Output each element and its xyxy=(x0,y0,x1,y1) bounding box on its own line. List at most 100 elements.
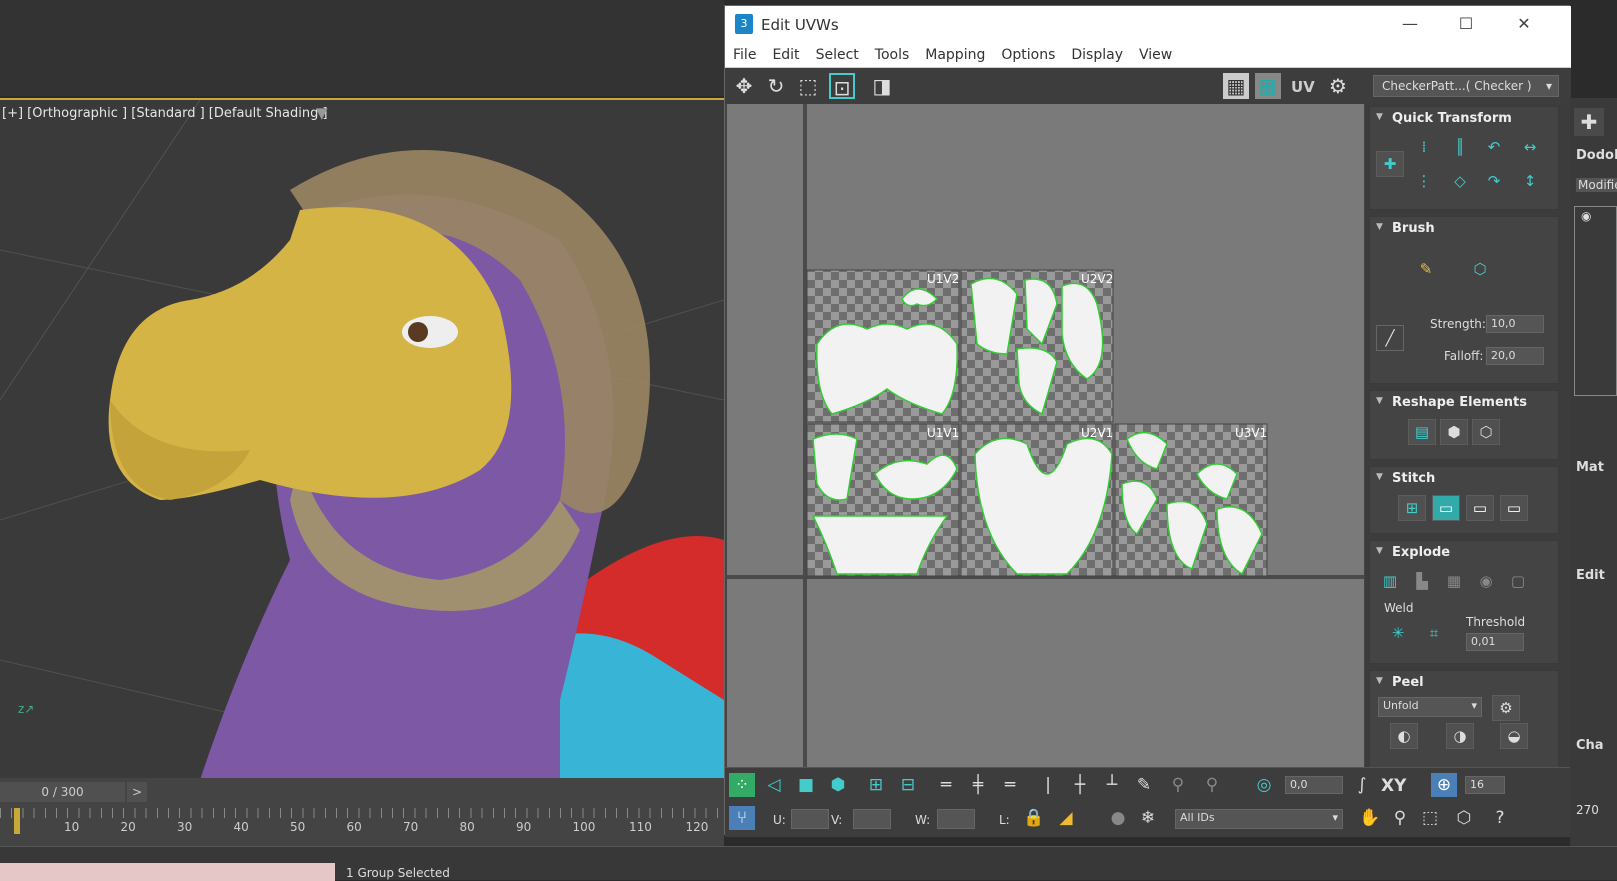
menu-options[interactable]: Options xyxy=(993,42,1063,68)
brush-grow-icon[interactable]: ⚲ xyxy=(1165,773,1191,797)
add-icon[interactable]: ✚ xyxy=(1376,151,1404,177)
viewport-label[interactable]: [+] [Orthographic ] [Standard ] [Default… xyxy=(2,106,328,121)
paint-select-icon[interactable]: ❘ xyxy=(1035,773,1061,797)
loop-grow-icon[interactable]: ╪ xyxy=(965,773,991,797)
pin-icon[interactable]: ┴ xyxy=(1099,773,1125,797)
xy-toggle[interactable]: XY xyxy=(1381,776,1406,796)
object-name[interactable]: DodoL xyxy=(1576,148,1617,163)
menu-select[interactable]: Select xyxy=(808,42,867,68)
falloff-spinner[interactable]: 20,0 xyxy=(1486,347,1544,365)
hide-icon[interactable]: ● xyxy=(1105,806,1131,830)
brush-icon[interactable]: ✎ xyxy=(1412,257,1440,283)
brush-select-icon[interactable]: ✎ xyxy=(1131,773,1157,797)
peel-reset-icon[interactable]: ◒ xyxy=(1500,723,1528,749)
stitch-target-icon[interactable]: ▭ xyxy=(1500,495,1528,521)
unfold-dropdown[interactable]: Unfold ▾ xyxy=(1378,697,1482,717)
settings-texture-icon[interactable]: ⚙ xyxy=(1325,73,1351,99)
face-select-icon[interactable]: ■ xyxy=(793,773,819,797)
strength-spinner[interactable]: 10,0 xyxy=(1486,315,1544,333)
cube-icon[interactable]: ⬡ xyxy=(1472,419,1500,445)
threshold-spinner[interactable]: 0,01 xyxy=(1466,633,1524,651)
eye-icon[interactable]: ◉ xyxy=(1581,209,1591,223)
mirror-icon[interactable]: ◨ xyxy=(869,73,895,99)
detach-icon[interactable]: ▢ xyxy=(1504,569,1532,595)
menu-file[interactable]: File xyxy=(725,42,764,68)
element-select-icon[interactable]: ⬢ xyxy=(825,773,851,797)
rotate-cw-icon[interactable]: ↷ xyxy=(1480,169,1508,195)
grid-icon[interactable]: ▦ xyxy=(1440,569,1468,595)
texture-toggle-icon[interactable]: ▦ xyxy=(1255,73,1281,99)
maxscript-listener[interactable] xyxy=(0,863,335,881)
falloff-curve-icon[interactable]: ╱ xyxy=(1376,325,1404,351)
snap-grid-icon[interactable]: ⊕ xyxy=(1431,773,1457,797)
flatten-icon[interactable]: ▙ xyxy=(1408,569,1436,595)
w-field[interactable] xyxy=(937,809,975,829)
move-icon[interactable]: ✥ xyxy=(731,73,757,99)
vertex-select-icon[interactable]: ⁘ xyxy=(729,773,755,797)
rollout-title[interactable]: Quick Transform xyxy=(1370,107,1558,126)
zoom-region-icon[interactable]: ⬚ xyxy=(1417,806,1443,830)
menu-tools[interactable]: Tools xyxy=(867,42,918,68)
scale-icon[interactable]: ⬚ xyxy=(795,73,821,99)
freeze-icon[interactable]: ❄ xyxy=(1135,806,1161,830)
menu-view[interactable]: View xyxy=(1131,42,1180,68)
rollout-cha[interactable]: Cha xyxy=(1576,738,1604,753)
frame-counter[interactable]: 0 / 300 xyxy=(0,782,125,802)
warning-icon[interactable]: ◢ xyxy=(1053,806,1079,830)
align-h-icon[interactable]: ⁞ xyxy=(1410,135,1438,161)
rotate-ccw-icon[interactable]: ↶ xyxy=(1480,135,1508,161)
break-icon[interactable]: ▥ xyxy=(1376,569,1404,595)
v-field[interactable] xyxy=(853,809,891,829)
soft-select-icon[interactable]: ┼ xyxy=(1067,773,1093,797)
ring-icon[interactable]: ═ xyxy=(997,773,1023,797)
minimize-icon[interactable]: — xyxy=(1395,12,1425,36)
viewport-orthographic[interactable]: [+] [Orthographic ] [Standard ] [Default… xyxy=(0,98,724,778)
stitch-custom-icon[interactable]: ⊞ xyxy=(1398,495,1426,521)
time-ruler[interactable]: 10 20 30 40 50 60 70 80 90 100 110 120 xyxy=(0,808,724,838)
straighten-icon[interactable]: ▤ xyxy=(1408,419,1436,445)
menu-display[interactable]: Display xyxy=(1063,42,1131,68)
transform-mode-icon[interactable]: ⑂ xyxy=(729,806,755,830)
title-bar[interactable]: 3 Edit UVWs — ☐ ✕ xyxy=(725,6,1571,42)
relax-icon[interactable]: ⬢ xyxy=(1440,419,1468,445)
checker-toggle-icon[interactable]: ▦ xyxy=(1223,73,1249,99)
u-field[interactable] xyxy=(791,809,829,829)
pan-icon[interactable]: ✋ xyxy=(1357,806,1383,830)
arrows-v-icon[interactable]: ↕ xyxy=(1516,169,1544,195)
help-icon[interactable]: ? xyxy=(1487,806,1513,830)
menu-mapping[interactable]: Mapping xyxy=(917,42,993,68)
space-icon[interactable]: ║ xyxy=(1446,135,1474,161)
grid-spinner[interactable]: 16 xyxy=(1465,776,1505,794)
diamond-icon[interactable]: ◇ xyxy=(1446,169,1474,195)
maximize-icon[interactable]: ☐ xyxy=(1451,12,1481,36)
rollout-mat[interactable]: Mat xyxy=(1576,460,1604,475)
grow-icon[interactable]: ⊞ xyxy=(863,773,889,797)
texture-dropdown[interactable]: CheckerPatt...( Checker ) ▾ xyxy=(1373,75,1559,97)
align-v-icon[interactable]: ⋮ xyxy=(1410,169,1438,195)
zoom-extents-icon[interactable]: ⬡ xyxy=(1451,806,1477,830)
weld-target-icon[interactable]: ⌗ xyxy=(1420,621,1448,647)
peel-quick-icon[interactable]: ◐ xyxy=(1390,723,1418,749)
uv-label[interactable]: UV xyxy=(1291,78,1315,96)
uv-editor-canvas[interactable]: U1V2 U2V2 U1V1 U2V1 U3V1 xyxy=(727,104,1364,767)
rollout-title[interactable]: Explode xyxy=(1370,541,1558,560)
freeform-icon[interactable]: ⊡ xyxy=(829,73,855,100)
relax-brush-icon[interactable]: ⬡ xyxy=(1466,257,1494,283)
peel-pin-icon[interactable]: ◑ xyxy=(1446,723,1474,749)
modifier-list[interactable]: Modifie xyxy=(1576,178,1617,192)
next-frame-button[interactable]: > xyxy=(127,782,147,802)
curve-icon[interactable]: ∫ xyxy=(1349,773,1375,797)
rollout-title[interactable]: Peel xyxy=(1370,671,1558,690)
stitch-source-icon[interactable]: ▭ xyxy=(1432,495,1460,521)
rollout-title[interactable]: Stitch xyxy=(1370,467,1558,486)
loop-icon[interactable]: ═ xyxy=(933,773,959,797)
edge-select-icon[interactable]: ◁ xyxy=(761,773,787,797)
rollout-title[interactable]: Brush xyxy=(1370,217,1558,236)
ids-dropdown[interactable]: All IDs ▾ xyxy=(1175,809,1343,829)
stitch-average-icon[interactable]: ▭ xyxy=(1466,495,1494,521)
create-icon[interactable]: ✚ xyxy=(1574,108,1604,136)
zoom-icon[interactable]: ⚲ xyxy=(1387,806,1413,830)
lock-icon[interactable]: 🔒 xyxy=(1021,806,1047,830)
rotation-icon[interactable]: ◎ xyxy=(1251,773,1277,797)
shrink-icon[interactable]: ⊟ xyxy=(895,773,921,797)
